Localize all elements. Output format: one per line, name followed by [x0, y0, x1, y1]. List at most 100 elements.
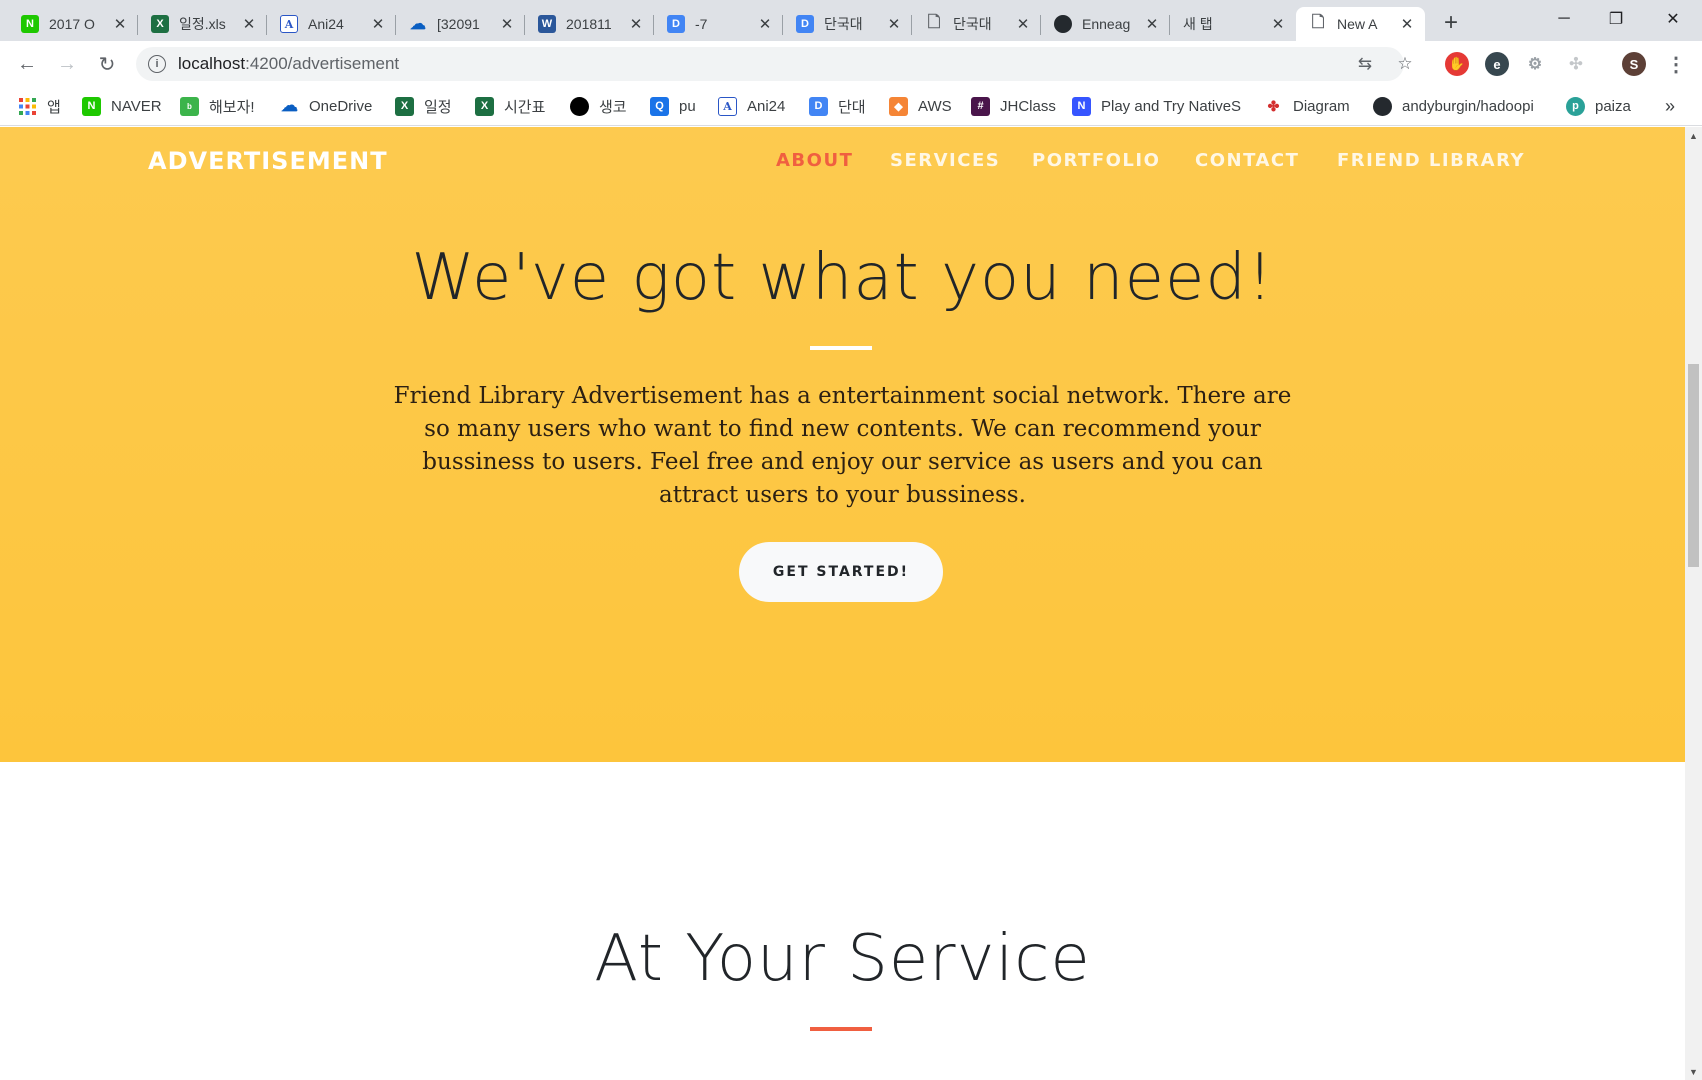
bookmark-apps[interactable]: 앱	[18, 94, 61, 118]
onedrive-icon: ☁	[281, 96, 298, 115]
bookmark-circle[interactable]: 생코	[570, 94, 627, 118]
bookmark-aws[interactable]: ◆ AWS	[889, 94, 952, 118]
browser-tab-active[interactable]: 🗋 New A ✕	[1296, 7, 1425, 41]
page-scrollbar[interactable]: ▲ ▼	[1685, 127, 1702, 1080]
tab-strip: N 2017 O ✕ X 일정.xls ✕ A Ani24 ✕ ☁ [32091…	[0, 0, 1702, 41]
bookmark-label: 해보자!	[209, 98, 255, 116]
bookmark-label: NAVER	[111, 97, 162, 115]
scrollbar-thumb[interactable]	[1688, 364, 1699, 567]
services-title: At Your Service	[594, 922, 1091, 996]
star-icon[interactable]: ☆	[1394, 53, 1416, 75]
close-icon[interactable]: ✕	[1270, 16, 1286, 33]
page-icon: 🗋	[1311, 13, 1325, 31]
nav-about[interactable]: ABOUT	[776, 150, 853, 171]
github-icon	[1373, 96, 1392, 116]
bookmark-timetable[interactable]: X 시간표	[475, 94, 545, 118]
back-button[interactable]: ←	[12, 49, 42, 79]
tab-title: New A	[1337, 16, 1378, 32]
forward-button[interactable]: →	[52, 49, 82, 79]
browser-tab[interactable]: D 단국대 ✕	[783, 7, 912, 41]
tab-title: 2017 O	[49, 16, 95, 32]
bookmark-label: pu	[679, 97, 696, 115]
brand-link[interactable]: ADVERTISEMENT	[148, 147, 388, 175]
bookmark-ani24[interactable]: A Ani24	[718, 94, 785, 118]
word-icon: W	[538, 15, 556, 33]
minimize-button[interactable]: ─	[1541, 0, 1587, 38]
tab-title: -7	[695, 16, 708, 32]
extension-icon[interactable]: ⚙	[1523, 52, 1547, 76]
bookmark-excel[interactable]: X 일정	[395, 94, 452, 118]
browser-tab[interactable]: 새 탭 ✕	[1170, 7, 1296, 41]
bookmarks-overflow-button[interactable]: »	[1665, 94, 1675, 118]
hero-section: ADVERTISEMENT ABOUT SERVICES PORTFOLIO C…	[0, 127, 1685, 762]
bookmark-label: paiza	[1595, 97, 1631, 115]
bookmark-pu[interactable]: Q pu	[650, 94, 696, 118]
close-icon[interactable]: ✕	[628, 16, 644, 33]
hash-icon: #	[971, 96, 990, 116]
adblock-icon[interactable]: ✋	[1445, 52, 1469, 76]
address-bar[interactable]: i localhost:4200/advertisement ⇆ ☆	[136, 47, 1413, 81]
hero-description: Friend Library Advertisement has a enter…	[393, 383, 1292, 508]
close-icon[interactable]: ✕	[757, 16, 773, 33]
menu-icon[interactable]: ⋮	[1664, 52, 1688, 76]
tab-title: 새 탭	[1183, 16, 1213, 32]
close-icon[interactable]: ✕	[370, 16, 386, 33]
browser-tab[interactable]: ☁ [32091 ✕	[396, 7, 525, 41]
bookmark-github[interactable]: andyburgin/hadoopi	[1373, 94, 1534, 118]
hero-title: We've got what you need!	[411, 241, 1274, 315]
apps-grid-icon	[18, 97, 37, 116]
scroll-down-icon[interactable]: ▼	[1689, 1067, 1698, 1077]
browser-tab[interactable]: 🗋 단국대 ✕	[912, 7, 1041, 41]
close-icon[interactable]: ✕	[1144, 16, 1160, 33]
extension-puzzle-icon[interactable]: ✣	[1564, 52, 1588, 76]
onedrive-icon: ☁	[410, 16, 426, 33]
bookmark-nativescript[interactable]: N Play and Try NativeS	[1072, 94, 1241, 118]
nav-friend-library[interactable]: FRIEND LIBRARY	[1337, 150, 1525, 171]
tab-title: Enneag	[1082, 16, 1131, 32]
browser-tab[interactable]: W 201811 ✕	[525, 7, 654, 41]
close-icon[interactable]: ✕	[1399, 16, 1415, 33]
nav-services[interactable]: SERVICES	[890, 150, 1000, 171]
browser-tab[interactable]: D -7 ✕	[654, 7, 783, 41]
close-icon[interactable]: ✕	[1015, 16, 1031, 33]
extension-e-icon[interactable]: e	[1485, 52, 1509, 76]
browser-tab[interactable]: Enneag ✕	[1041, 7, 1170, 41]
scroll-up-icon[interactable]: ▲	[1689, 131, 1698, 141]
bookmark-label: andyburgin/hadoopi	[1402, 97, 1534, 115]
tab-title: 일정.xls	[179, 16, 226, 32]
bookmark-jhclass[interactable]: # JHClass	[971, 94, 1056, 118]
bookmark-label: Play and Try NativeS	[1101, 97, 1242, 115]
translate-icon[interactable]: ⇆	[1354, 53, 1376, 75]
restore-button[interactable]: ❐	[1593, 0, 1639, 38]
close-icon[interactable]: ✕	[886, 16, 902, 33]
github-icon	[1054, 15, 1072, 33]
nav-portfolio[interactable]: PORTFOLIO	[1032, 150, 1160, 171]
tab-title: Ani24	[308, 16, 344, 32]
new-tab-button[interactable]: +	[1437, 9, 1465, 37]
bookmark-diagram[interactable]: ✤ Diagram	[1264, 94, 1350, 118]
bookmark-blog[interactable]: b 해보자!	[180, 94, 255, 118]
bookmark-naver[interactable]: N NAVER	[82, 94, 162, 118]
profile-avatar[interactable]: S	[1622, 52, 1646, 76]
reload-button[interactable]: ↻	[92, 49, 122, 79]
bookmark-onedrive[interactable]: ☁ OneDrive	[280, 94, 372, 118]
nav-contact[interactable]: CONTACT	[1195, 150, 1299, 171]
browser-tab[interactable]: N 2017 O ✕	[8, 7, 138, 41]
tab-title: [32091	[437, 16, 480, 32]
bookmark-label: Diagram	[1293, 97, 1350, 115]
close-icon[interactable]: ✕	[241, 16, 257, 33]
bookmark-label: 단대	[838, 98, 866, 116]
close-window-button[interactable]: ✕	[1650, 0, 1696, 38]
close-icon[interactable]: ✕	[112, 16, 128, 33]
d-icon: D	[796, 15, 814, 33]
info-icon[interactable]: i	[148, 55, 166, 73]
browser-tab[interactable]: A Ani24 ✕	[267, 7, 396, 41]
bookmark-paiza[interactable]: p paiza	[1566, 94, 1631, 118]
close-icon[interactable]: ✕	[499, 16, 515, 33]
diagram-icon: ✤	[1267, 97, 1280, 114]
d-icon: D	[667, 15, 685, 33]
get-started-button[interactable]: GET STARTED!	[739, 542, 943, 602]
browser-tab[interactable]: X 일정.xls ✕	[138, 7, 267, 41]
bookmark-dandae[interactable]: D 단대	[809, 94, 866, 118]
bookmark-label: JHClass	[1000, 97, 1056, 115]
